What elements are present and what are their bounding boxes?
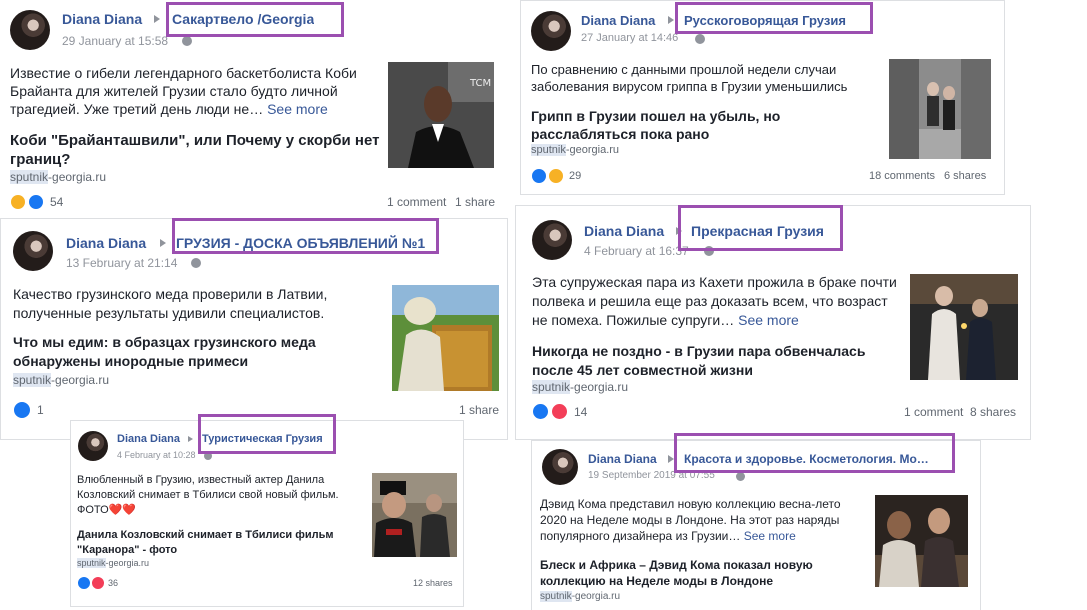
link-headline[interactable]: Что мы едим: в образцах грузинского меда… bbox=[13, 333, 343, 371]
fashion-photo-image bbox=[875, 495, 968, 587]
avatar[interactable] bbox=[78, 431, 108, 461]
link-thumbnail[interactable] bbox=[392, 285, 499, 391]
reaction-count[interactable]: 36 bbox=[108, 578, 118, 588]
reaction-count[interactable]: 29 bbox=[569, 170, 581, 182]
link-headline[interactable]: Коби "Брайанташвили", или Почему у скорб… bbox=[10, 131, 380, 169]
shares-count[interactable]: 1 share bbox=[459, 403, 499, 417]
shares-count[interactable]: 6 shares bbox=[944, 170, 986, 182]
author-link[interactable]: Diana Diana bbox=[584, 223, 664, 239]
love-reaction-icon[interactable] bbox=[551, 403, 568, 420]
link-headline[interactable]: Данила Козловский снимает в Тбилиси филь… bbox=[77, 528, 357, 558]
sad-reaction-icon[interactable] bbox=[10, 194, 26, 210]
shares-count[interactable]: 1 share bbox=[455, 195, 495, 209]
link-source[interactable]: sputnik-georgia.ru bbox=[13, 373, 109, 387]
post-timestamp[interactable]: 13 February at 21:14 bbox=[66, 256, 177, 270]
triangle-right-icon bbox=[668, 16, 674, 24]
wedding-photo-image bbox=[910, 274, 1018, 380]
group-highlight-box bbox=[675, 2, 873, 34]
link-headline[interactable]: Никогда не поздно - в Грузии пара обвенч… bbox=[532, 342, 892, 380]
shares-count[interactable]: 8 shares bbox=[970, 405, 1016, 419]
shares-count[interactable]: 12 shares bbox=[413, 578, 453, 588]
avatar[interactable] bbox=[13, 231, 53, 271]
reaction-count[interactable]: 1 bbox=[37, 403, 44, 417]
link-thumbnail[interactable] bbox=[372, 473, 457, 557]
like-reaction-icon[interactable] bbox=[13, 401, 31, 419]
see-more-link[interactable]: See more bbox=[267, 101, 328, 117]
svg-text:TCM: TCM bbox=[469, 78, 491, 89]
like-reaction-icon[interactable] bbox=[531, 168, 547, 184]
group-highlight-box bbox=[198, 414, 336, 454]
love-reaction-icon[interactable] bbox=[91, 576, 105, 590]
globe-icon bbox=[736, 472, 745, 481]
like-reaction-icon[interactable] bbox=[532, 403, 549, 420]
avatar[interactable] bbox=[531, 11, 571, 51]
comments-count[interactable]: 1 comment bbox=[387, 195, 446, 209]
link-thumbnail[interactable]: TCM bbox=[388, 62, 494, 168]
link-thumbnail[interactable] bbox=[875, 495, 968, 587]
link-source[interactable]: sputnik-georgia.ru bbox=[532, 380, 628, 394]
actor-photo-image bbox=[372, 473, 457, 557]
author-link[interactable]: Diana Diana bbox=[117, 433, 180, 445]
author-link[interactable]: Diana Diana bbox=[62, 11, 142, 27]
comments-count[interactable]: 1 comment bbox=[904, 405, 963, 419]
post-text: Влюбленный в Грузию, известный актер Дан… bbox=[77, 474, 339, 516]
avatar[interactable] bbox=[542, 449, 578, 485]
reaction-count[interactable]: 14 bbox=[574, 405, 587, 419]
globe-icon bbox=[182, 36, 192, 46]
like-reaction-icon[interactable] bbox=[28, 194, 44, 210]
post-text: Дэвид Кома представил новую коллекцию ве… bbox=[540, 497, 841, 543]
group-highlight-box bbox=[166, 2, 344, 37]
wow-reaction-icon[interactable] bbox=[548, 168, 564, 184]
link-source[interactable]: sputnik-georgia.ru bbox=[77, 558, 149, 568]
link-thumbnail[interactable] bbox=[910, 274, 1018, 380]
link-source[interactable]: sputnik-georgia.ru bbox=[531, 144, 619, 156]
group-highlight-box bbox=[674, 433, 955, 473]
street-photo-image bbox=[889, 59, 991, 159]
post-timestamp[interactable]: 27 January at 14:46 bbox=[581, 32, 678, 44]
post-text: Качество грузинского меда проверили в Ла… bbox=[13, 286, 328, 321]
see-more-link[interactable]: See more bbox=[738, 312, 799, 328]
group-highlight-box bbox=[172, 218, 439, 254]
post-text: Известие о гибели легендарного баскетбол… bbox=[10, 65, 357, 117]
post-text: По сравнению с данными прошлой недели сл… bbox=[531, 62, 848, 94]
post-timestamp[interactable]: 4 February at 16:37 bbox=[584, 244, 689, 258]
beekeeper-photo-image bbox=[392, 285, 499, 391]
link-source[interactable]: sputnik-georgia.ru bbox=[10, 170, 106, 184]
comments-count[interactable]: 18 comments bbox=[869, 170, 935, 182]
avatar[interactable] bbox=[532, 220, 572, 260]
triangle-right-icon bbox=[188, 436, 193, 442]
globe-icon bbox=[191, 258, 201, 268]
see-more-link[interactable]: See more bbox=[744, 529, 796, 543]
post-timestamp[interactable]: 29 January at 15:58 bbox=[62, 34, 168, 48]
kobe-photo-image: TCM bbox=[388, 62, 494, 168]
like-reaction-icon[interactable] bbox=[77, 576, 91, 590]
link-headline[interactable]: Блеск и Африка – Дэвид Кома показал нову… bbox=[540, 557, 860, 589]
post-text: Эта супружеская пара из Кахети прожила в… bbox=[532, 274, 897, 328]
triangle-right-icon bbox=[160, 239, 166, 247]
author-link[interactable]: Diana Diana bbox=[581, 13, 655, 28]
link-headline[interactable]: Грипп в Грузии пошел на убыль, но рассла… bbox=[531, 107, 811, 143]
globe-icon bbox=[695, 34, 705, 44]
group-highlight-box bbox=[678, 205, 843, 251]
triangle-right-icon bbox=[154, 15, 160, 23]
link-thumbnail[interactable] bbox=[889, 59, 991, 159]
avatar[interactable] bbox=[10, 10, 50, 50]
reaction-count[interactable]: 54 bbox=[50, 195, 63, 209]
author-link[interactable]: Diana Diana bbox=[588, 452, 657, 466]
author-link[interactable]: Diana Diana bbox=[66, 235, 146, 251]
link-source[interactable]: sputnik-georgia.ru bbox=[540, 591, 620, 602]
post-timestamp[interactable]: 4 February at 10:28 bbox=[117, 450, 196, 460]
